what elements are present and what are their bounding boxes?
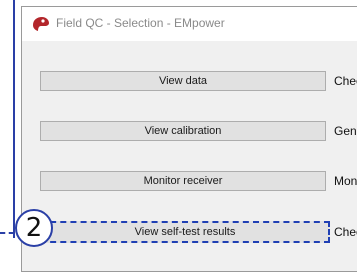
view-calibration-description: Gene — [334, 124, 357, 138]
annotation-connector-horizontal — [0, 232, 14, 234]
app-window: Field QC - Selection - EMpower View data… — [21, 6, 357, 272]
view-self-test-results-button-label: View self-test results — [134, 226, 236, 238]
step-callout-number: 2 — [25, 213, 43, 243]
empower-logo-icon — [32, 16, 50, 32]
window-title: Field QC - Selection - EMpower — [56, 16, 225, 30]
view-calibration-button[interactable]: View calibration — [40, 121, 326, 141]
view-data-button[interactable]: View data — [40, 71, 326, 91]
step-callout-badge: 2 — [15, 209, 53, 247]
monitor-receiver-button[interactable]: Monitor receiver — [40, 171, 326, 191]
monitor-receiver-button-label: Monitor receiver — [143, 175, 223, 187]
view-calibration-button-label: View calibration — [144, 125, 222, 137]
monitor-receiver-description: Mon — [334, 174, 357, 188]
view-self-test-results-button[interactable]: View self-test results — [40, 221, 330, 243]
view-self-test-results-description: Chec — [334, 225, 357, 239]
view-data-button-label: View data — [158, 75, 208, 87]
annotation-connector-vertical — [13, 0, 15, 238]
title-bar: Field QC - Selection - EMpower — [22, 7, 357, 41]
view-data-description: Chec — [334, 74, 357, 88]
